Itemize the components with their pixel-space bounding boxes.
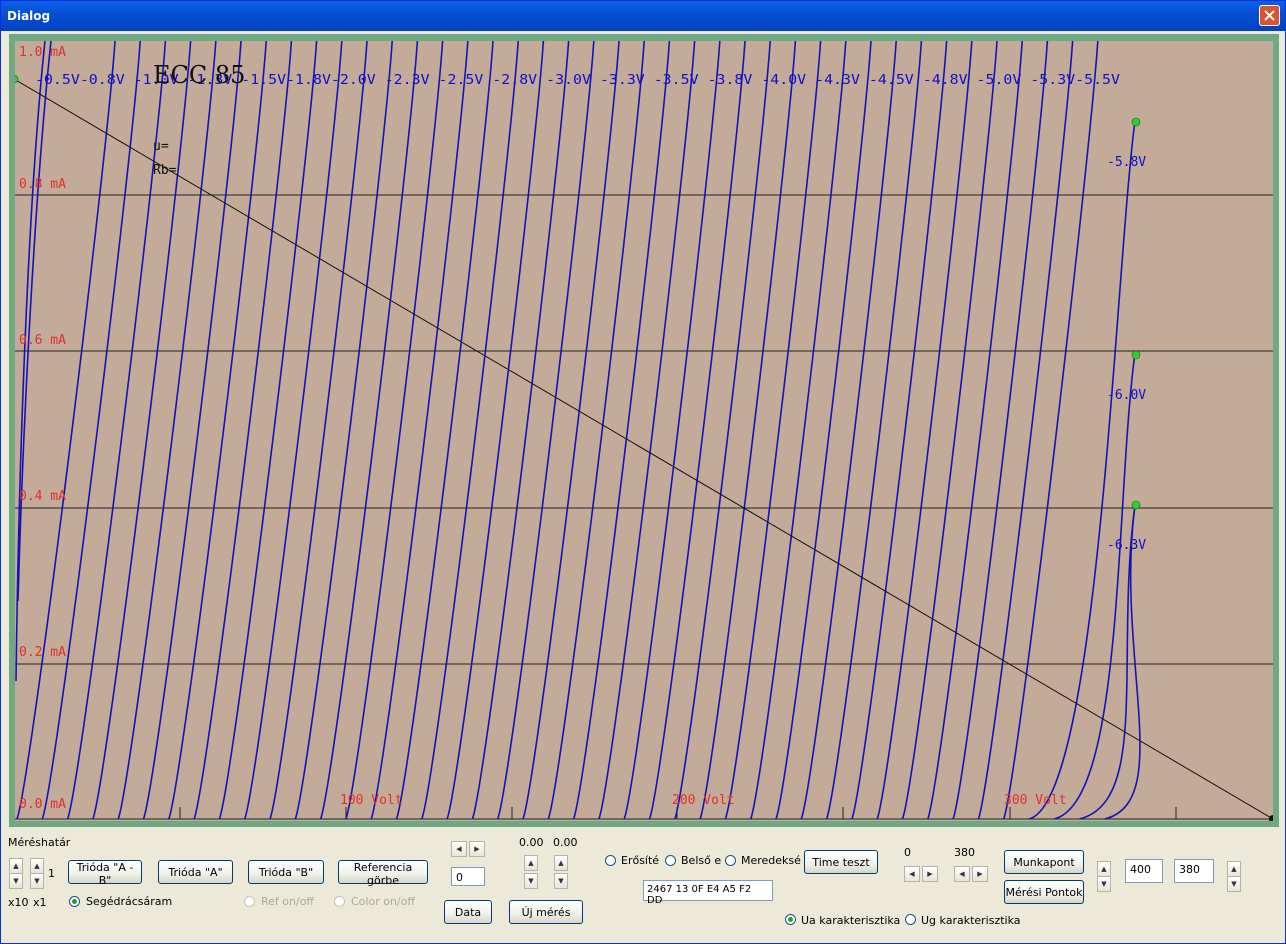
value2-down[interactable]: ▼ <box>554 873 568 889</box>
meredekse-label: Meredeksé <box>741 854 801 867</box>
value1-up[interactable]: ▲ <box>524 855 538 871</box>
hex-value-field[interactable]: 2467 13 0F E4 A5 F2 DD <box>643 880 773 906</box>
dialog-window: Dialog 1.0 mA 0.8 mA 0.6 mA 0.4 mA 0.2 mA 0.0… <box>0 0 1286 944</box>
range-x1-down[interactable]: ▼ <box>30 873 44 889</box>
value-1: 0.00 <box>519 836 544 849</box>
munkapont-button[interactable]: Munkapont <box>1004 850 1084 874</box>
rb-parameter: Rb= <box>153 163 177 178</box>
curve-voltage-label: -5.8V <box>1107 155 1146 170</box>
belso-radio[interactable] <box>665 855 676 866</box>
ua-karakterisztika-label: Ua karakterisztika <box>801 914 901 927</box>
x10-label: x10 <box>8 896 29 909</box>
data-button[interactable]: Data <box>444 900 492 924</box>
range-x10-up[interactable]: ▲ <box>9 858 23 874</box>
value1-down[interactable]: ▼ <box>524 873 538 889</box>
ref-onoff-label: Ref on/off <box>261 895 315 908</box>
window-title: Dialog <box>7 9 51 23</box>
color-onoff-radio[interactable] <box>334 896 345 907</box>
range-value: 1 <box>48 867 55 880</box>
title-bar[interactable]: Dialog <box>1 1 1285 31</box>
right-scroll-right[interactable]: ▶ <box>972 866 988 882</box>
measurement-point <box>1131 117 1141 127</box>
ua-karakterisztika-radio[interactable] <box>785 914 796 925</box>
value-400-field[interactable]: 400 <box>1125 859 1163 883</box>
edit380-down[interactable]: ▼ <box>1227 876 1241 892</box>
scroll-right-button[interactable]: ▶ <box>469 841 485 857</box>
left-scroll-left[interactable]: ◀ <box>904 866 920 882</box>
color-onoff-label: Color on/off <box>351 895 415 908</box>
edit400-down[interactable]: ▼ <box>1097 876 1111 892</box>
referencia-gorbe-button[interactable]: Referencia görbe <box>338 860 428 887</box>
close-icon <box>1264 10 1275 21</box>
meredekse-radio[interactable] <box>725 855 736 866</box>
y-axis-label: 0.2 mA <box>19 645 66 660</box>
measurement-point <box>1131 350 1141 360</box>
y-axis-label: 0.0 mA <box>19 797 66 812</box>
tube-name: ECC 85 <box>153 61 245 89</box>
edit400-up[interactable]: ▲ <box>1097 861 1111 877</box>
right-scroll-left[interactable]: ◀ <box>954 866 970 882</box>
characteristic-plot[interactable]: 1.0 mA 0.8 mA 0.6 mA 0.4 mA 0.2 mA 0.0 mA 100 … <box>15 41 1273 821</box>
close-button[interactable] <box>1259 5 1280 26</box>
value-2: 0.00 <box>553 836 578 849</box>
y-axis-label: 0.6 mA <box>19 333 66 348</box>
x-axis-label: 100 Volt <box>340 793 403 808</box>
scroll-right-value: 380 <box>954 846 975 859</box>
x-axis-label: 300 Volt <box>1004 793 1067 808</box>
ug-karakterisztika-radio[interactable] <box>905 914 916 925</box>
segedracs-radio[interactable] <box>69 896 80 907</box>
time-teszt-button[interactable]: Time teszt <box>804 850 878 874</box>
erosite-radio[interactable] <box>605 855 616 866</box>
value-edit[interactable]: 0 <box>451 867 485 886</box>
erosite-label: Erősíté <box>621 854 660 867</box>
scroll-left-button[interactable]: ◀ <box>451 841 467 857</box>
x-axis-label: 200 Volt <box>672 793 735 808</box>
value2-up[interactable]: ▲ <box>554 855 568 871</box>
uj-meres-button[interactable]: Új mérés <box>509 900 583 924</box>
trioda-b-button[interactable]: Trióda "B" <box>248 860 324 884</box>
curve-voltage-label: -6.0V <box>1107 388 1146 403</box>
y-axis-label: 1.0 mA <box>19 45 66 60</box>
ref-onoff-radio[interactable] <box>244 896 255 907</box>
value-380-field[interactable]: 380 <box>1174 859 1214 883</box>
measurement-point <box>1131 500 1141 510</box>
meresi-pontok-button[interactable]: Mérési Pontok <box>1004 880 1084 904</box>
left-scroll-right[interactable]: ▶ <box>922 866 938 882</box>
range-x10-down[interactable]: ▼ <box>9 873 23 889</box>
segedracs-label: Segédrácsáram <box>86 895 173 908</box>
curve-voltage-label: -6.3V <box>1107 538 1146 553</box>
mu-parameter: u= <box>153 139 169 154</box>
edit380-up[interactable]: ▲ <box>1227 861 1241 877</box>
y-axis-label: 0.4 mA <box>19 489 66 504</box>
range-label: Méréshatár <box>8 836 71 849</box>
x1-label: x1 <box>33 896 47 909</box>
belso-label: Belső e <box>681 854 722 867</box>
range-x1-up[interactable]: ▲ <box>30 858 44 874</box>
y-axis-label: 0.8 mA <box>19 177 66 192</box>
scroll-left-value: 0 <box>904 846 911 859</box>
ug-karakterisztika-label: Ug karakterisztika <box>921 914 1021 927</box>
trioda-a-button[interactable]: Trióda "A" <box>158 860 233 884</box>
trioda-ab-button[interactable]: Trióda "A - B" <box>68 860 142 887</box>
